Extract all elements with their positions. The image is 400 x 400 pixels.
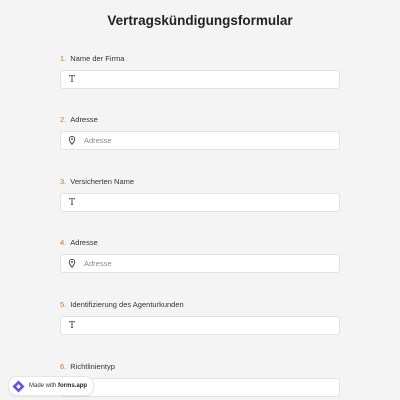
question-2: 2. Adresse Adresse bbox=[60, 114, 340, 150]
question-number: 2. bbox=[60, 115, 67, 124]
question-1: 1. Name der Firma T bbox=[60, 53, 340, 89]
agency-client-id-input[interactable]: T bbox=[60, 316, 340, 335]
question-4: 4. Adresse Adresse bbox=[60, 237, 340, 273]
question-number: 4. bbox=[60, 238, 67, 247]
question-text: Adresse bbox=[70, 115, 98, 124]
question-text: Richtlinientyp bbox=[70, 362, 115, 371]
made-with-badge[interactable]: Made with forms.app bbox=[8, 376, 95, 396]
location-pin-icon bbox=[67, 136, 77, 146]
company-name-input[interactable]: T bbox=[60, 70, 340, 89]
question-label: 2. Adresse bbox=[60, 114, 340, 126]
form-page: Vertragskündigungsformular 1. Name der Fi… bbox=[0, 0, 400, 400]
insured-name-input[interactable]: T bbox=[60, 193, 340, 212]
location-pin-icon bbox=[67, 259, 77, 269]
question-3: 3. Versicherten Name T bbox=[60, 176, 340, 212]
question-5: 5. Identifizierung des Agenturkunden T bbox=[60, 299, 340, 335]
address-input-1[interactable]: Adresse bbox=[60, 131, 340, 150]
question-6: 6. Richtlinientyp bbox=[60, 361, 340, 397]
form-title: Vertragskündigungsformular bbox=[107, 13, 293, 28]
question-label: 6. Richtlinientyp bbox=[60, 361, 340, 373]
forms-app-logo-icon bbox=[12, 379, 25, 393]
question-label: 4. Adresse bbox=[60, 237, 340, 249]
text-icon: T bbox=[68, 74, 75, 85]
address-input-2[interactable]: Adresse bbox=[60, 254, 340, 273]
question-text: Versicherten Name bbox=[70, 177, 135, 186]
question-number: 1. bbox=[60, 54, 67, 63]
badge-made-with: Made with bbox=[29, 383, 57, 389]
policy-type-input[interactable] bbox=[60, 378, 340, 397]
text-icon: T bbox=[68, 197, 75, 208]
question-number: 5. bbox=[60, 300, 67, 309]
question-number: 6. bbox=[60, 362, 67, 371]
address-placeholder: Adresse bbox=[84, 136, 112, 145]
question-label: 5. Identifizierung des Agenturkunden bbox=[60, 299, 340, 311]
question-text: Name der Firma bbox=[70, 54, 125, 63]
question-label: 3. Versicherten Name bbox=[60, 176, 340, 188]
question-label: 1. Name der Firma bbox=[60, 53, 340, 65]
badge-text: Made with forms.app bbox=[29, 383, 87, 389]
question-text: Adresse bbox=[70, 238, 98, 247]
address-placeholder: Adresse bbox=[84, 259, 112, 268]
question-number: 3. bbox=[60, 177, 67, 186]
question-text: Identifizierung des Agenturkunden bbox=[70, 300, 184, 309]
text-icon: T bbox=[68, 320, 75, 331]
badge-brand: forms.app bbox=[58, 383, 88, 389]
